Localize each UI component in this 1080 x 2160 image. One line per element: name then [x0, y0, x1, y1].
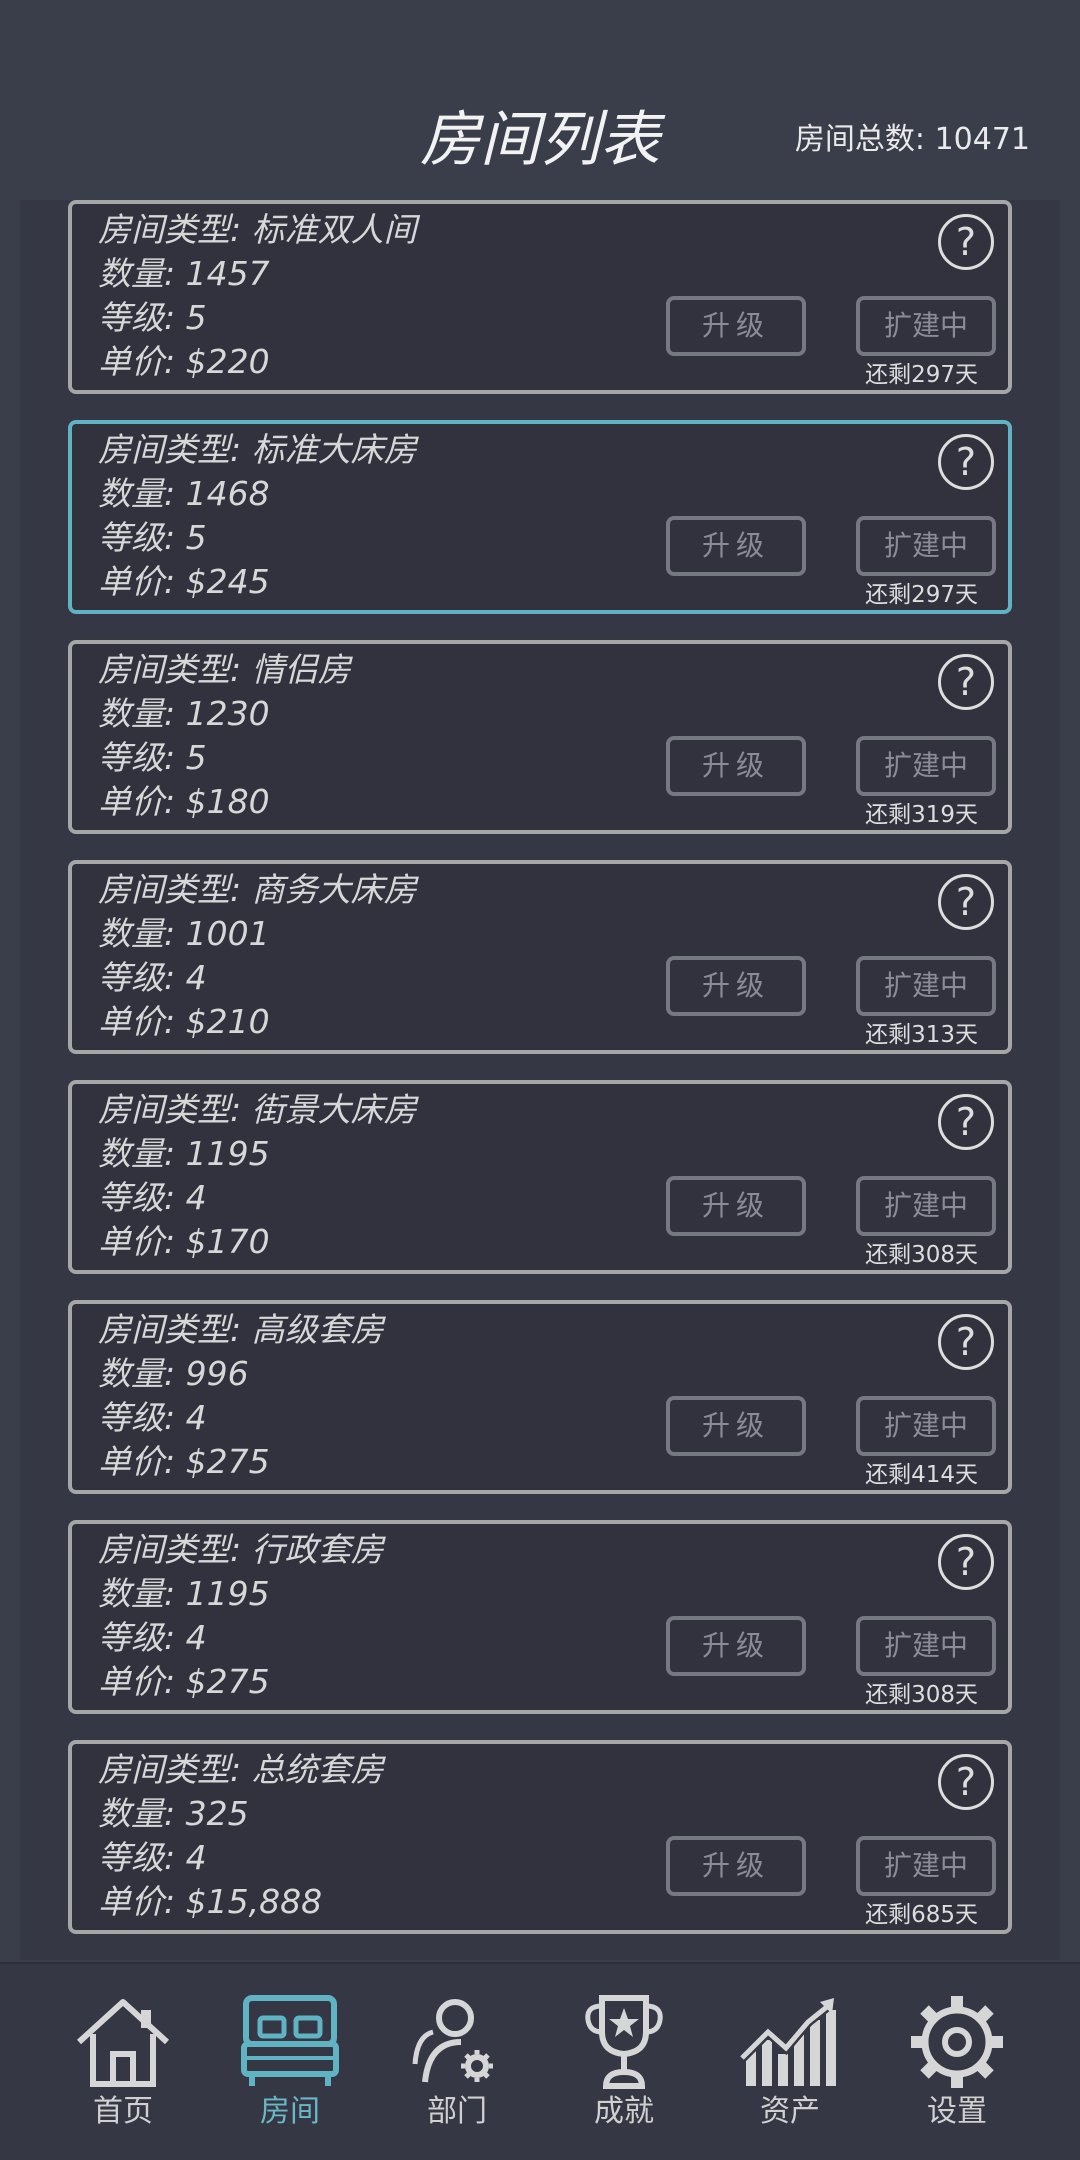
room-level: 等级: 4 — [98, 1178, 207, 1217]
question-circle-icon[interactable]: ? — [938, 1754, 994, 1810]
upgrade-button[interactable]: 升级 — [666, 1616, 806, 1676]
room-price: 单价: $245 — [98, 562, 270, 601]
nav-item-rooms[interactable]: 房间 — [230, 1992, 350, 2152]
room-card[interactable]: 房间类型: 商务大床房 数量: 1001 等级: 4 单价: $210 ? 升级… — [68, 860, 1012, 1054]
bed-icon — [241, 1995, 339, 2086]
room-type: 房间类型: 行政套房 — [98, 1530, 384, 1569]
room-card[interactable]: 房间类型: 情侣房 数量: 1230 等级: 5 单价: $180 ? 升级 扩… — [68, 640, 1012, 834]
nav-label: 资产 — [760, 2094, 820, 2129]
nav-label: 成就 — [594, 2094, 654, 2129]
room-type: 房间类型: 标准双人间 — [98, 210, 417, 249]
upgrade-button[interactable]: 升级 — [666, 1176, 806, 1236]
expanding-button[interactable]: 扩建中 — [856, 956, 996, 1016]
room-type: 房间类型: 街景大床房 — [98, 1090, 417, 1129]
expanding-button[interactable]: 扩建中 — [856, 736, 996, 796]
room-level: 等级: 4 — [98, 1838, 207, 1877]
days-remaining: 还剩685天 — [865, 1902, 978, 1928]
gear-icon — [911, 1996, 1003, 2088]
room-card[interactable]: 房间类型: 高级套房 数量: 996 等级: 4 单价: $275 ? 升级 扩… — [68, 1300, 1012, 1494]
room-type: 房间类型: 总统套房 — [98, 1750, 384, 1789]
room-type: 房间类型: 情侣房 — [98, 650, 351, 689]
question-circle-icon[interactable]: ? — [938, 1314, 994, 1370]
days-remaining: 还剩414天 — [865, 1462, 978, 1488]
room-level: 等级: 5 — [98, 518, 207, 557]
room-card[interactable]: 房间类型: 行政套房 数量: 1195 等级: 4 单价: $275 ? 升级 … — [68, 1520, 1012, 1714]
nav-item-home[interactable]: 首页 — [63, 1992, 183, 2152]
expanding-button[interactable]: 扩建中 — [856, 1176, 996, 1236]
days-remaining: 还剩308天 — [865, 1242, 978, 1268]
department-icon — [412, 1999, 493, 2083]
room-type: 房间类型: 高级套房 — [98, 1310, 384, 1349]
room-count: 数量: 1230 — [98, 694, 270, 733]
days-remaining: 还剩297天 — [865, 582, 978, 608]
days-remaining: 还剩297天 — [865, 362, 978, 388]
expanding-button[interactable]: 扩建中 — [856, 1616, 996, 1676]
upgrade-button[interactable]: 升级 — [666, 956, 806, 1016]
question-circle-icon[interactable]: ? — [938, 874, 994, 930]
nav-item-settings[interactable]: 设置 — [897, 1992, 1017, 2152]
nav-item-assets[interactable]: 资产 — [730, 1992, 850, 2152]
room-count: 数量: 996 — [98, 1354, 249, 1393]
assets-chart-icon — [738, 1998, 836, 2086]
upgrade-button[interactable]: 升级 — [666, 1836, 806, 1896]
question-circle-icon[interactable]: ? — [938, 214, 994, 270]
question-circle-icon[interactable]: ? — [938, 654, 994, 710]
room-level: 等级: 5 — [98, 298, 207, 337]
room-type: 房间类型: 标准大床房 — [98, 430, 417, 469]
header: 房间列表 房间总数: 10471 — [0, 0, 1080, 200]
nav-label: 设置 — [927, 2094, 987, 2129]
room-card[interactable]: 房间类型: 标准大床房 数量: 1468 等级: 5 单价: $245 ? 升级… — [68, 420, 1012, 614]
room-card[interactable]: 房间类型: 街景大床房 数量: 1195 等级: 4 单价: $170 ? 升级… — [68, 1080, 1012, 1274]
room-level: 等级: 4 — [98, 1398, 207, 1437]
room-count: 数量: 1195 — [98, 1134, 270, 1173]
days-remaining: 还剩319天 — [865, 802, 978, 828]
room-level: 等级: 5 — [98, 738, 207, 777]
room-count: 数量: 1457 — [98, 254, 270, 293]
room-price: 单价: $220 — [98, 342, 270, 381]
room-count: 数量: 325 — [98, 1794, 249, 1833]
room-count: 数量: 1001 — [98, 914, 270, 953]
room-level: 等级: 4 — [98, 1618, 207, 1657]
days-remaining: 还剩313天 — [865, 1022, 978, 1048]
room-price: 单价: $180 — [98, 782, 270, 821]
room-total-count: 房间总数: 10471 — [794, 122, 1030, 157]
bottom-nav: 首页 房间 部门 成就 资产 设置 — [0, 1962, 1080, 2160]
expanding-button[interactable]: 扩建中 — [856, 296, 996, 356]
nav-item-departments[interactable]: 部门 — [397, 1992, 517, 2152]
room-list-screen: 房间列表 房间总数: 10471 房间类型: 标准双人间 数量: 1457 等级… — [0, 0, 1080, 2160]
room-price: 单价: $210 — [98, 1002, 270, 1041]
nav-label: 房间 — [260, 2094, 320, 2129]
room-card[interactable]: 房间类型: 标准双人间 数量: 1457 等级: 5 单价: $220 ? 升级… — [68, 200, 1012, 394]
days-remaining: 还剩308天 — [865, 1682, 978, 1708]
upgrade-button[interactable]: 升级 — [666, 296, 806, 356]
room-type: 房间类型: 商务大床房 — [98, 870, 417, 909]
expanding-button[interactable]: 扩建中 — [856, 1396, 996, 1456]
nav-item-achievements[interactable]: 成就 — [564, 1992, 684, 2152]
room-price: 单价: $275 — [98, 1662, 270, 1701]
expanding-button[interactable]: 扩建中 — [856, 516, 996, 576]
room-card[interactable]: 房间类型: 总统套房 数量: 325 等级: 4 单价: $15,888 ? 升… — [68, 1740, 1012, 1934]
room-price: 单价: $170 — [98, 1222, 270, 1261]
nav-label: 首页 — [93, 2094, 153, 2129]
room-level: 等级: 4 — [98, 958, 207, 997]
upgrade-button[interactable]: 升级 — [666, 736, 806, 796]
room-price: 单价: $15,888 — [98, 1882, 323, 1921]
upgrade-button[interactable]: 升级 — [666, 1396, 806, 1456]
question-circle-icon[interactable]: ? — [938, 434, 994, 490]
nav-label: 部门 — [427, 2094, 487, 2129]
room-count: 数量: 1195 — [98, 1574, 270, 1613]
trophy-icon — [585, 1995, 663, 2089]
room-count: 数量: 1468 — [98, 474, 270, 513]
upgrade-button[interactable]: 升级 — [666, 516, 806, 576]
room-price: 单价: $275 — [98, 1442, 270, 1481]
home-icon — [76, 1999, 170, 2087]
question-circle-icon[interactable]: ? — [938, 1094, 994, 1150]
expanding-button[interactable]: 扩建中 — [856, 1836, 996, 1896]
question-circle-icon[interactable]: ? — [938, 1534, 994, 1590]
